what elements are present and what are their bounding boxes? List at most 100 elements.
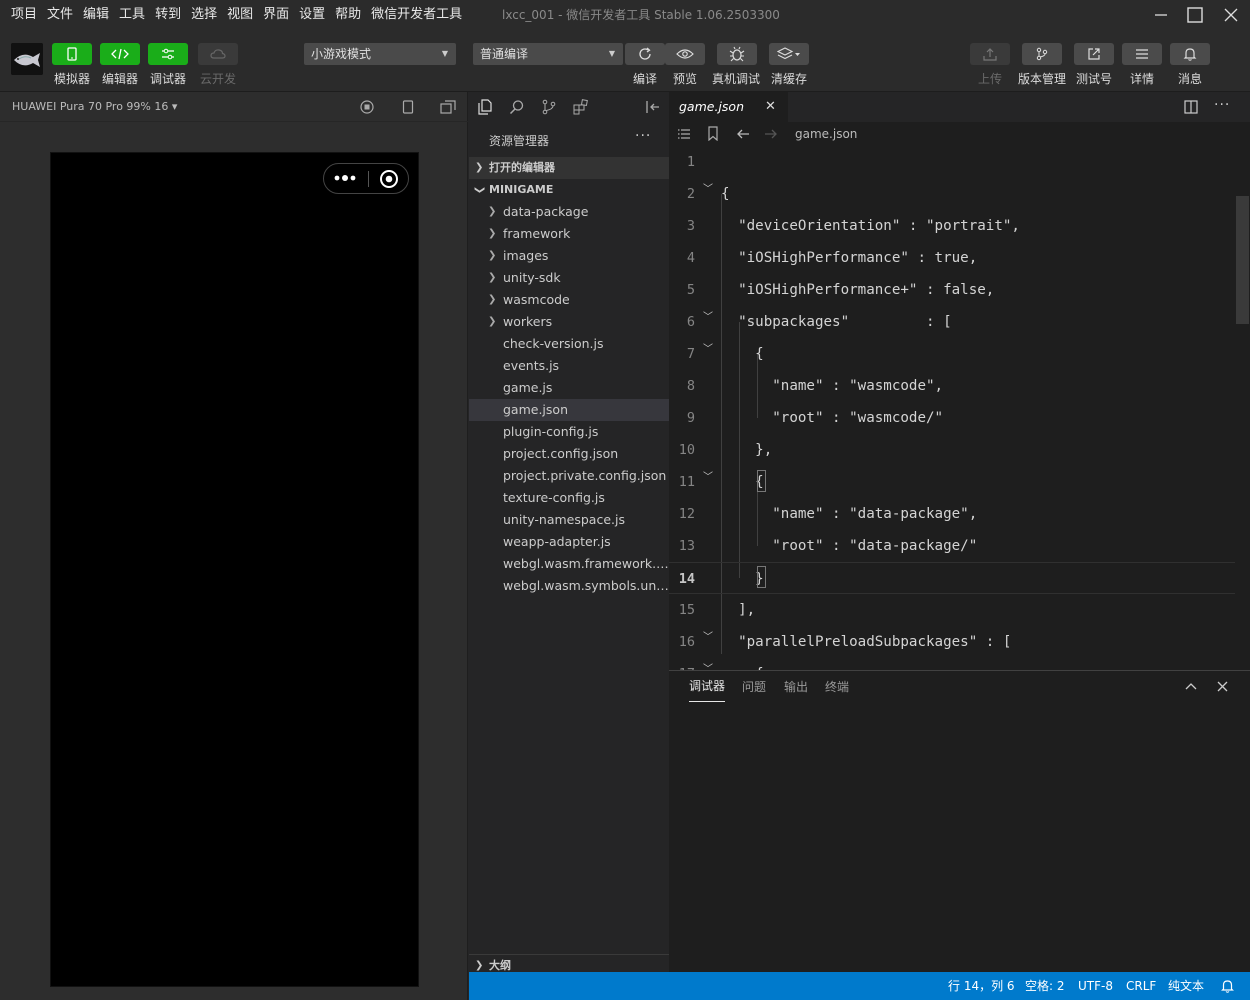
file-events-js[interactable]: events.js	[469, 355, 669, 377]
mode-select[interactable]: 小游戏模式 ▼	[304, 43, 456, 65]
file-project-config-json[interactable]: project.config.json	[469, 443, 669, 465]
folder-wasmcode[interactable]: ❯ wasmcode	[469, 289, 669, 311]
menu-tools[interactable]: 工具	[114, 0, 150, 30]
folder-images[interactable]: ❯ images	[469, 245, 669, 267]
list-toggle-button[interactable]	[677, 127, 691, 141]
file-game-json[interactable]: game.json	[469, 399, 669, 421]
notifications-button[interactable]	[1221, 979, 1234, 993]
detach-window-button[interactable]	[440, 100, 456, 114]
stop-button[interactable]	[360, 100, 374, 114]
editor-scrollbar[interactable]	[1235, 146, 1250, 670]
file-webgl-wasm-framework[interactable]: webgl.wasm.framework.uni...	[469, 553, 669, 575]
menu-settings[interactable]: 设置	[294, 0, 330, 30]
menu-goto[interactable]: 转到	[150, 0, 186, 30]
fold-chevron-icon[interactable]: ﹀	[703, 334, 713, 366]
fold-chevron-icon[interactable]: ﹀	[703, 462, 713, 494]
file-texture-config-js[interactable]: texture-config.js	[469, 487, 669, 509]
menu-select[interactable]: 选择	[186, 0, 222, 30]
menu-view[interactable]: 视图	[222, 0, 258, 30]
real-device-debug-button[interactable]	[717, 43, 757, 65]
code-area[interactable]: 1 2 ﹀{ 3 "deviceOrientation" : "portrait"…	[669, 146, 1250, 670]
fold-chevron-icon[interactable]: ﹀	[703, 622, 713, 654]
line-ending[interactable]: CRLF	[1126, 972, 1156, 1000]
file-plugin-config-js[interactable]: plugin-config.js	[469, 421, 669, 443]
cloud-dev-button[interactable]	[198, 43, 238, 65]
close-panel-button[interactable]	[1217, 681, 1228, 692]
forward-button[interactable]	[764, 127, 778, 141]
debugger-toggle-button[interactable]	[148, 43, 188, 65]
tab-close-icon[interactable]: ✕	[765, 92, 776, 122]
minimize-button[interactable]	[1146, 0, 1176, 30]
close-target-icon[interactable]	[379, 169, 399, 189]
avatar[interactable]	[11, 43, 43, 75]
menu-edit[interactable]: 编辑	[78, 0, 114, 30]
menu-interface[interactable]: 界面	[258, 0, 294, 30]
editor-more-button[interactable]: ···	[1214, 97, 1230, 113]
breadcrumb[interactable]: game.json	[795, 122, 857, 146]
split-editor-button[interactable]	[1184, 100, 1198, 114]
compile-mode-select[interactable]: 普通编译 ▼	[473, 43, 623, 65]
project-section[interactable]: ❯ MINIGAME	[469, 179, 669, 201]
back-button[interactable]	[736, 127, 750, 141]
messages-button[interactable]	[1170, 43, 1210, 65]
test-account-button[interactable]	[1074, 43, 1114, 65]
encoding[interactable]: UTF-8	[1078, 972, 1113, 1000]
folder-data-package[interactable]: ❯ data-package	[469, 201, 669, 223]
menu-project[interactable]: 项目	[0, 0, 42, 30]
more-dots-icon[interactable]	[334, 171, 356, 185]
maximize-button[interactable]	[1180, 0, 1210, 30]
panel-tab-problems[interactable]: 问题	[742, 671, 766, 703]
cursor-position[interactable]: 行 14，列 6	[948, 972, 1015, 1000]
clear-cache-button[interactable]	[769, 43, 809, 65]
menu-help[interactable]: 帮助	[330, 0, 366, 30]
rotate-device-button[interactable]	[402, 100, 414, 114]
extensions-tab[interactable]	[572, 98, 590, 116]
fold-chevron-icon[interactable]: ﹀	[703, 654, 713, 670]
folder-framework[interactable]: ❯ framework	[469, 223, 669, 245]
close-window-button[interactable]	[1216, 0, 1246, 30]
simulator-panel: HUAWEI Pura 70 Pro 99% 16 ▾	[0, 92, 468, 1000]
panel-tab-output[interactable]: 输出	[784, 671, 808, 703]
source-control-tab[interactable]	[540, 98, 558, 116]
file-weapp-adapter-js[interactable]: weapp-adapter.js	[469, 531, 669, 553]
details-button[interactable]	[1122, 43, 1162, 65]
fold-chevron-icon[interactable]: ﹀	[703, 174, 713, 206]
maximize-panel-button[interactable]	[1185, 681, 1197, 691]
phone-icon	[67, 47, 77, 61]
compile-button[interactable]	[625, 43, 665, 65]
simulator-toggle-button[interactable]	[52, 43, 92, 65]
file-game-js[interactable]: game.js	[469, 377, 669, 399]
files-tab[interactable]	[476, 98, 494, 116]
menu-file[interactable]: 文件	[42, 0, 78, 30]
file-project-private-config-json[interactable]: project.private.config.json	[469, 465, 669, 487]
phone-screen[interactable]	[50, 152, 419, 987]
collapse-sidebar-button[interactable]	[644, 98, 662, 116]
capsule-menu[interactable]	[323, 163, 409, 194]
indentation[interactable]: 空格: 2	[1025, 972, 1065, 1000]
chevron-down-icon: ❯	[474, 185, 486, 195]
fold-chevron-icon[interactable]: ﹀	[703, 302, 713, 334]
close-icon	[1217, 681, 1228, 692]
panel-tab-debugger[interactable]: 调试器	[689, 671, 726, 702]
version-management-button[interactable]	[1022, 43, 1062, 65]
editor-tab-game-json[interactable]: game.json ✕	[669, 92, 788, 122]
scrollbar-thumb[interactable]	[1236, 196, 1249, 324]
upload-button[interactable]	[970, 43, 1010, 65]
open-editors-section[interactable]: ❯ 打开的编辑器	[469, 157, 669, 179]
folder-unity-sdk[interactable]: ❯ unity-sdk	[469, 267, 669, 289]
language-mode[interactable]: 纯文本	[1168, 972, 1204, 1000]
status-bar: 行 14，列 6 空格: 2 UTF-8 CRLF 纯文本	[469, 972, 1250, 1000]
explorer-more-button[interactable]: ···	[635, 128, 651, 144]
bookmark-icon	[708, 126, 718, 141]
preview-button[interactable]	[665, 43, 705, 65]
panel-tab-terminal[interactable]: 终端	[825, 671, 849, 703]
menu-wechat-devtools[interactable]: 微信开发者工具	[366, 0, 467, 30]
file-webgl-wasm-symbols[interactable]: webgl.wasm.symbols.unity...	[469, 575, 669, 597]
file-unity-namespace-js[interactable]: unity-namespace.js	[469, 509, 669, 531]
search-tab[interactable]	[508, 98, 526, 116]
file-check-version-js[interactable]: check-version.js	[469, 333, 669, 355]
editor-toggle-button[interactable]	[100, 43, 140, 65]
folder-workers[interactable]: ❯ workers	[469, 311, 669, 333]
device-selector[interactable]: HUAWEI Pura 70 Pro 99% 16 ▾	[12, 92, 177, 122]
bookmark-button[interactable]	[707, 126, 719, 141]
